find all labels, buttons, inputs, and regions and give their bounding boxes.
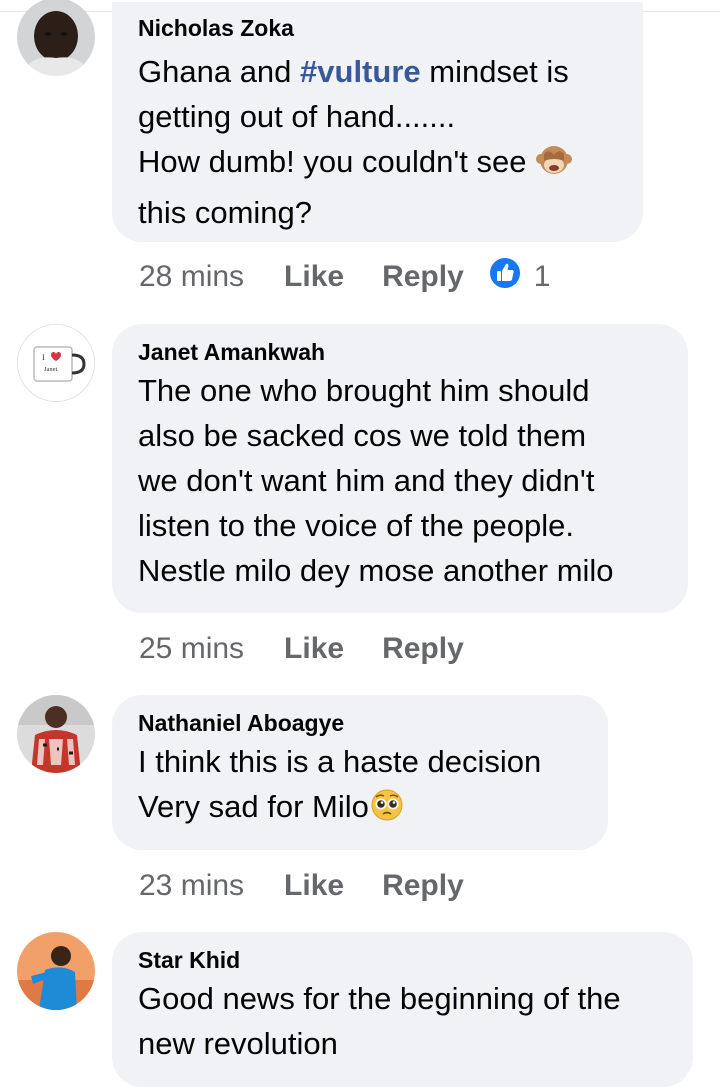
comment-actions: 25 mins Like Reply [139,629,464,669]
profile-photo-icon [17,932,95,1010]
like-button[interactable]: Like [284,260,344,294]
profile-photo-icon [17,0,95,76]
avatar-nicholas-zoka[interactable] [17,0,95,76]
comment-bubble: Nathaniel Aboagye I think this is a hast… [112,695,608,850]
comment-timestamp[interactable]: 23 mins [139,869,244,903]
profile-photo-icon [17,695,95,773]
reply-button[interactable]: Reply [382,869,464,903]
comment-actions: 28 mins Like Reply 1 [139,256,551,298]
comment-actions: 23 mins Like Reply [139,866,464,906]
comment-author[interactable]: Nathaniel Aboagye [138,709,582,737]
comment-bubble: Janet Amankwah The one who brought him s… [112,324,688,613]
like-button[interactable]: Like [284,869,344,903]
mug-icon: I Janet [18,325,94,401]
avatar-janet-amankwah[interactable]: I Janet [17,324,95,402]
reply-button[interactable]: Reply [382,632,464,666]
comment-author[interactable]: Nicholas Zoka [138,14,617,42]
comment-bubble: Nicholas Zoka Ghana and #vulture mindset… [112,2,643,242]
thumbs-up-icon [487,256,522,298]
comment-timestamp[interactable]: 28 mins [139,260,244,294]
comment-text: Ghana and #vulture mindset is getting ou… [138,49,617,235]
comment-text: The one who brought him should also be s… [138,373,614,588]
comment-text: I think this is a haste decision Very sa… [138,739,582,835]
hashtag-link[interactable]: #vulture [300,54,421,89]
comment-author[interactable]: Janet Amankwah [138,338,662,366]
reaction-summary[interactable]: 1 [487,256,551,298]
comment-text: Good news for the beginning of the new r… [138,981,621,1061]
reply-button[interactable]: Reply [382,260,464,294]
svg-text:I: I [42,353,45,362]
svg-text:Janet: Janet [44,366,58,373]
avatar-nathaniel-aboagye[interactable] [17,695,95,773]
pleading-face-icon [369,787,405,835]
comment-bubble: Star Khid Good news for the beginning of… [112,932,693,1087]
comment-author[interactable]: Star Khid [138,946,667,974]
reaction-count: 1 [533,260,551,293]
avatar-star-khid[interactable] [17,932,95,1010]
see-no-evil-monkey-icon [535,142,573,190]
like-button[interactable]: Like [284,632,344,666]
comment-timestamp[interactable]: 25 mins [139,632,244,666]
